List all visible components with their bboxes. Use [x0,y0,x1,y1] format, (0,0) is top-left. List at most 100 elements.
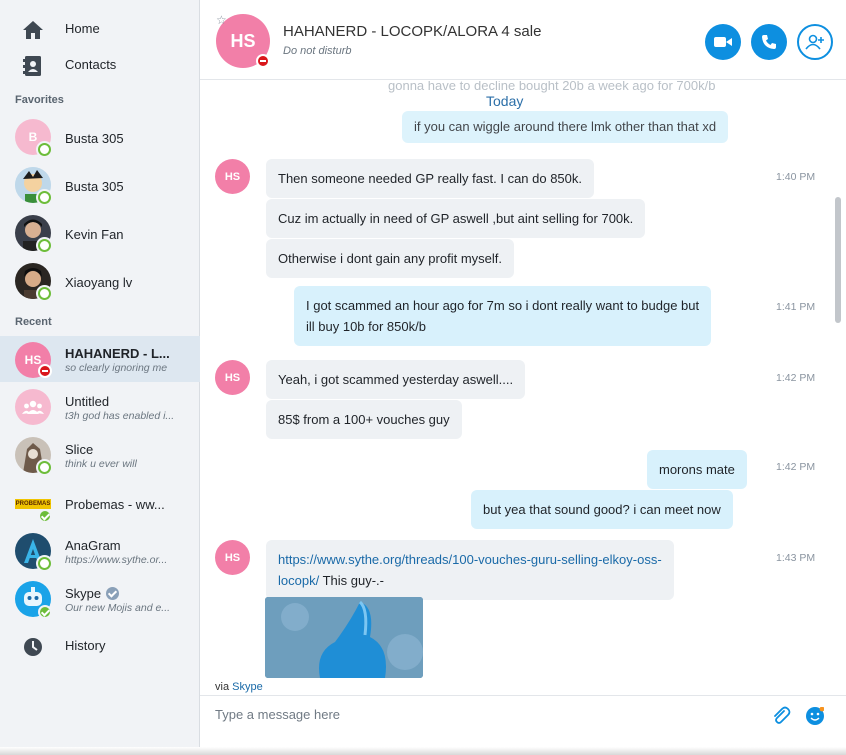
sender-avatar[interactable]: HS [215,540,250,575]
favorite-contact[interactable]: Busta 305 [0,162,200,210]
message-composer: Type a message here [200,695,846,755]
last-message-preview: https://www.sythe.or... [65,554,168,566]
group-avatar [15,389,51,425]
faded-message: gonna have to decline bought 20b a week … [388,81,716,93]
sidebar: Home Contacts Favorites B Busta 305 Bust… [0,0,200,755]
contact-name: HAHANERD - L... [65,346,170,361]
recent-heading: Recent [15,316,52,328]
audio-call-icon [762,35,776,49]
incoming-message: Then someone needed GP really fast. I ca… [266,159,595,198]
message-text: Otherwise i dont gain any profit myself. [278,251,502,266]
incoming-message: https://www.sythe.org/threads/100-vouche… [266,540,674,600]
message-timestamp: 1:42 PM [776,461,816,473]
message-timestamp: 1:43 PM [776,552,816,564]
message-timestamp: 1:42 PM [776,372,816,384]
recent-conversation[interactable]: Slice think u ever will [0,432,200,480]
incoming-message: 85$ from a 100+ vouches guy [266,400,462,439]
favorite-star-icon[interactable]: ☆ [216,13,227,27]
window-bottom-edge [0,747,846,755]
video-call-button[interactable] [705,24,741,60]
video-call-icon [714,37,732,47]
contact-name: Probemas - ww... [65,497,165,512]
via-prefix: via [215,681,233,693]
message-timestamp: 1:41 PM [776,301,816,313]
recent-conversation[interactable]: PROBEMAS Probemas - ww... [0,480,200,528]
contact-name-text: Skype [65,586,102,601]
recent-conversation[interactable]: Skype Our new Mojis and e... [0,576,200,624]
message-list[interactable]: gonna have to decline bought 20b a week … [200,81,830,678]
contact-name: Busta 305 [65,179,124,194]
online-status-icon [38,509,52,523]
recent-conversation-active[interactable]: HS HAHANERD - L... so clearly ignoring m… [0,336,200,382]
conversation-title[interactable]: HAHANERD - LOCOPK/ALORA 4 sale [283,23,541,40]
emoji-icon[interactable] [806,706,825,725]
incoming-message: Otherwise i dont gain any profit myself. [266,239,514,278]
nav-home-label: Home [65,21,100,36]
message-text: 85$ from a 100+ vouches guy [278,412,450,427]
contact-name: Slice [65,442,94,457]
nav-contacts[interactable]: Contacts [0,48,200,82]
message-link-continued[interactable]: locopk/ [278,573,319,588]
do-not-disturb-icon [38,364,52,378]
message-text-line: I got scammed an hour ago for 7m so i do… [306,298,700,313]
message-link[interactable]: https://www.sythe.org/threads/100-vouche… [278,552,662,567]
message-text: morons mate [659,462,735,477]
nav-history-label: History [65,638,106,653]
contact-name: Untitled [65,394,110,409]
contact-name: Busta 305 [65,131,124,146]
add-people-button[interactable] [797,24,833,60]
incoming-message: Cuz im actually in need of GP aswell ,bu… [266,199,646,238]
contact-name: AnaGram [65,538,121,553]
online-status-icon [38,461,51,474]
contact-name: Xiaoyang lv [65,275,133,290]
attach-icon[interactable] [771,706,791,726]
home-icon [23,21,43,39]
contact-name: Skype [65,586,120,601]
conversation-status: Do not disturb [283,45,352,57]
message-text-line: ill buy 10b for 850k/b [306,319,426,334]
favorite-contact[interactable]: B Busta 305 [0,114,200,162]
contacts-icon [23,56,41,76]
sender-avatar[interactable]: HS [215,159,250,194]
message-text: Yeah, i got scammed yesterday aswell.... [278,372,514,387]
message-input[interactable]: Type a message here [215,707,340,722]
message-list-scrollbar[interactable] [831,81,846,678]
probemas-logo: PROBEMAS [15,499,51,509]
link-preview-image[interactable] [265,597,423,678]
incoming-message: Yeah, i got scammed yesterday aswell.... [266,360,526,399]
group-icon [22,400,44,414]
message-text: Cuz im actually in need of GP aswell ,bu… [278,211,634,226]
scrollbar-thumb[interactable] [835,197,841,323]
favorite-contact[interactable]: Kevin Fan [0,210,200,258]
online-status-icon [38,191,51,204]
online-status-icon [38,143,51,156]
nav-contacts-label: Contacts [65,57,117,72]
via-brand-link[interactable]: Skype [232,681,263,693]
last-message-preview: think u ever will [65,458,137,470]
outgoing-message: I got scammed an hour ago for 7m so i do… [294,286,712,346]
message-text: This guy-.- [319,573,384,588]
recent-conversation[interactable]: AnaGram https://www.sythe.or... [0,528,200,576]
nav-home[interactable]: Home [0,12,200,46]
message-text: if you can wiggle around there lmk other… [414,119,717,134]
message-text: Then someone needed GP really fast. I ca… [278,171,583,186]
history-icon [24,638,42,656]
sender-avatar[interactable]: HS [215,360,250,395]
outgoing-message: morons mate [647,450,747,489]
online-status-icon [38,605,52,619]
outgoing-message: but yea that sound good? i can meet now [471,490,733,529]
contact-name: Kevin Fan [65,227,124,242]
nav-history[interactable]: History [0,629,200,663]
message-text: but yea that sound good? i can meet now [483,502,721,517]
date-separator: Today [486,93,524,109]
last-message-preview: so clearly ignoring me [65,362,168,374]
conversation-header: HS ☆ HAHANERD - LOCOPK/ALORA 4 sale Do n… [200,0,846,80]
online-status-icon [38,287,51,300]
audio-call-button[interactable] [751,24,787,60]
recent-conversation[interactable]: Untitled t3h god has enabled i... [0,384,200,432]
favorite-contact[interactable]: Xiaoyang lv [0,258,200,306]
online-status-icon [38,557,51,570]
verified-badge-icon [106,587,120,600]
skype-window: Home Contacts Favorites B Busta 305 Bust… [0,0,846,755]
do-not-disturb-icon [256,54,270,68]
